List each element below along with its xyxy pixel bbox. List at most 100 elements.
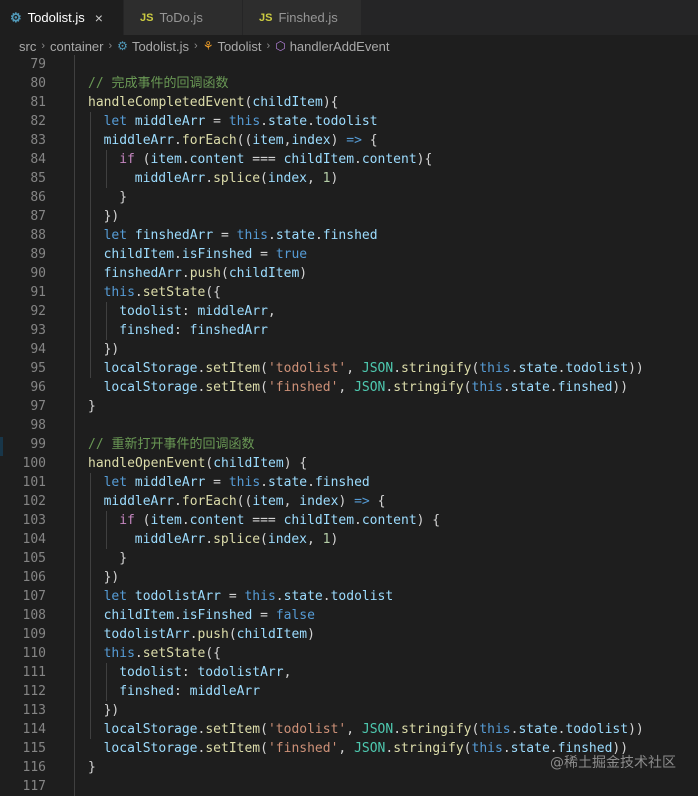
code-token: JSON [354,380,386,395]
code-token: , [346,722,362,737]
code-token: isFinshed [181,247,253,262]
code-line[interactable]: 109 todolistArr.push(childItem) [0,625,698,644]
code-line[interactable]: 113}) [0,701,698,720]
code-token: }) [103,570,120,585]
code-line[interactable]: 98 [0,416,698,435]
code-token: ( [463,741,472,756]
code-line[interactable]: 102 middleArr.forEach((item, index) => { [0,492,698,511]
code-text: childItem.isFinshed = false [104,606,315,625]
code-token: (( [236,494,253,509]
code-token: JSON [354,741,386,756]
code-token: this [228,114,261,129]
code-line[interactable]: 97} [0,397,698,416]
code-token: . [181,513,190,528]
code-token: finshed [557,380,613,395]
code-token: ){ [416,152,433,167]
code-line[interactable]: 107 let todolistArr = this.state.todolist [0,587,698,606]
code-token: index [267,532,308,547]
line-number: 114 [22,722,46,737]
code-line[interactable]: 81 handleCompletedEvent(childItem){ [0,93,698,112]
code-token: ( [260,171,268,186]
code-line[interactable]: 112 finshed: middleArr [0,682,698,701]
breadcrumb-item-file[interactable]: Todolist.js [132,39,189,54]
line-number: 91 [30,285,46,300]
code-text: } [88,758,96,777]
line-number: 111 [22,665,46,680]
code-token: ( [260,361,268,376]
code-token: middleArr [134,475,206,490]
code-line[interactable]: 95 localStorage.setItem('todolist', JSON.… [0,359,698,378]
code-line[interactable]: 103 if (item.content === childItem.conten… [0,511,698,530]
code-line[interactable]: 96 localStorage.setItem('finshed', JSON.s… [0,378,698,397]
code-token: => [346,133,362,148]
code-line[interactable]: 93 finshed: finshedArr [0,321,698,340]
code-line[interactable]: 110 this.setState({ [0,644,698,663]
editor-tab-bar: ⚙ Todolist.js × JS ToDo.js JS Finshed.js [0,0,698,35]
code-token: . [267,228,276,243]
code-token: ) [330,171,339,186]
code-line[interactable]: 100 handleOpenEvent(childItem) { [0,454,698,473]
code-token: ) [330,532,339,547]
breadcrumb: src › container › ⚙ Todolist.js › ⚘ Todo… [0,35,698,57]
code-line[interactable]: 84 if (item.content === childItem.content… [0,150,698,169]
code-line[interactable]: 106}) [0,568,698,587]
code-line[interactable]: 114 localStorage. setItem('todolist', JSON… [0,720,698,739]
code-token: . [393,361,402,376]
code-token: , [307,171,323,186]
code-line[interactable]: 79 [0,55,698,74]
chevron-right-icon: › [108,40,113,52]
tab-todo[interactable]: JS ToDo.js [124,0,243,35]
code-line[interactable]: 88 let finshedArr = this.state.finshed [0,226,698,245]
code-token: this [244,589,276,604]
code-line[interactable]: 80 // 完成事件的回调函数 [0,74,698,93]
tab-finshed[interactable]: JS Finshed.js [243,0,362,35]
code-token: state [518,361,558,376]
line-number: 95 [30,361,46,376]
code-token: 'todolist' [267,361,347,376]
tab-todolist[interactable]: ⚙ Todolist.js × [0,0,124,35]
breadcrumb-item-src[interactable]: src [19,39,36,54]
code-token: localStorage [103,741,198,756]
code-line[interactable]: 92 todolist: middleArr, [0,302,698,321]
code-token: setState [142,646,206,661]
code-token: item [150,513,182,528]
code-line[interactable]: 101 let middleArr = this.state.finshed [0,473,698,492]
code-line[interactable]: 90 finshedArr.push(childItem) [0,264,698,283]
code-line[interactable]: 89 childItem.isFinshed = true [0,245,698,264]
line-number: 104 [22,532,46,547]
code-line[interactable]: 94}) [0,340,698,359]
code-text: // 完成事件的回调函数 [88,74,228,93]
code-token: handleOpenEvent [88,456,206,471]
code-text: localStorage.setItem('todolist', JSON.st… [104,359,644,378]
code-token: if [119,513,135,528]
close-icon[interactable]: × [95,10,103,26]
code-token: localStorage [103,380,198,395]
code-line[interactable]: 82 let middleArr = this.state.todolist [0,112,698,131]
code-token: childItem [213,456,284,471]
code-line[interactable]: 83 middleArr.forEach((item,index) => { [0,131,698,150]
breadcrumb-item-container[interactable]: container [50,39,103,54]
code-text: let middleArr = this.state.finshed [104,473,370,492]
code-line[interactable]: 105} [0,549,698,568]
code-line[interactable]: 86} [0,188,698,207]
code-text: let middleArr = this.state.todolist [104,112,378,131]
code-editor[interactable]: 79 80// 完成事件的回调函数 81 handleCompletedEvent(c… [0,55,698,796]
breadcrumb-item-class[interactable]: Todolist [217,39,261,54]
breadcrumb-item-method[interactable]: handlerAddEvent [290,39,390,54]
code-line[interactable]: 108 childItem.isFinshed = false [0,606,698,625]
code-line[interactable]: 99 // 重新打开事件的回调函数 [0,435,698,454]
code-line[interactable]: 111 todolist: todolistArr, [0,663,698,682]
code-token: . [354,152,362,167]
code-line[interactable]: 117 [0,777,698,796]
code-token: . [322,589,331,604]
code-line[interactable]: 91 this.setState({ [0,283,698,302]
js-icon: JS [140,11,154,24]
code-line[interactable]: 104 middleArr.splice(index, 1) [0,530,698,549]
code-text: if (item.content === childItem.content) … [119,511,440,530]
code-token: } [119,190,128,205]
code-token: handleCompletedEvent [88,95,245,110]
code-line[interactable]: 87}) [0,207,698,226]
code-line[interactable]: 85 middleArr.splice(index, 1) [0,169,698,188]
code-token: ({ [205,285,222,300]
code-token: let [103,114,135,129]
